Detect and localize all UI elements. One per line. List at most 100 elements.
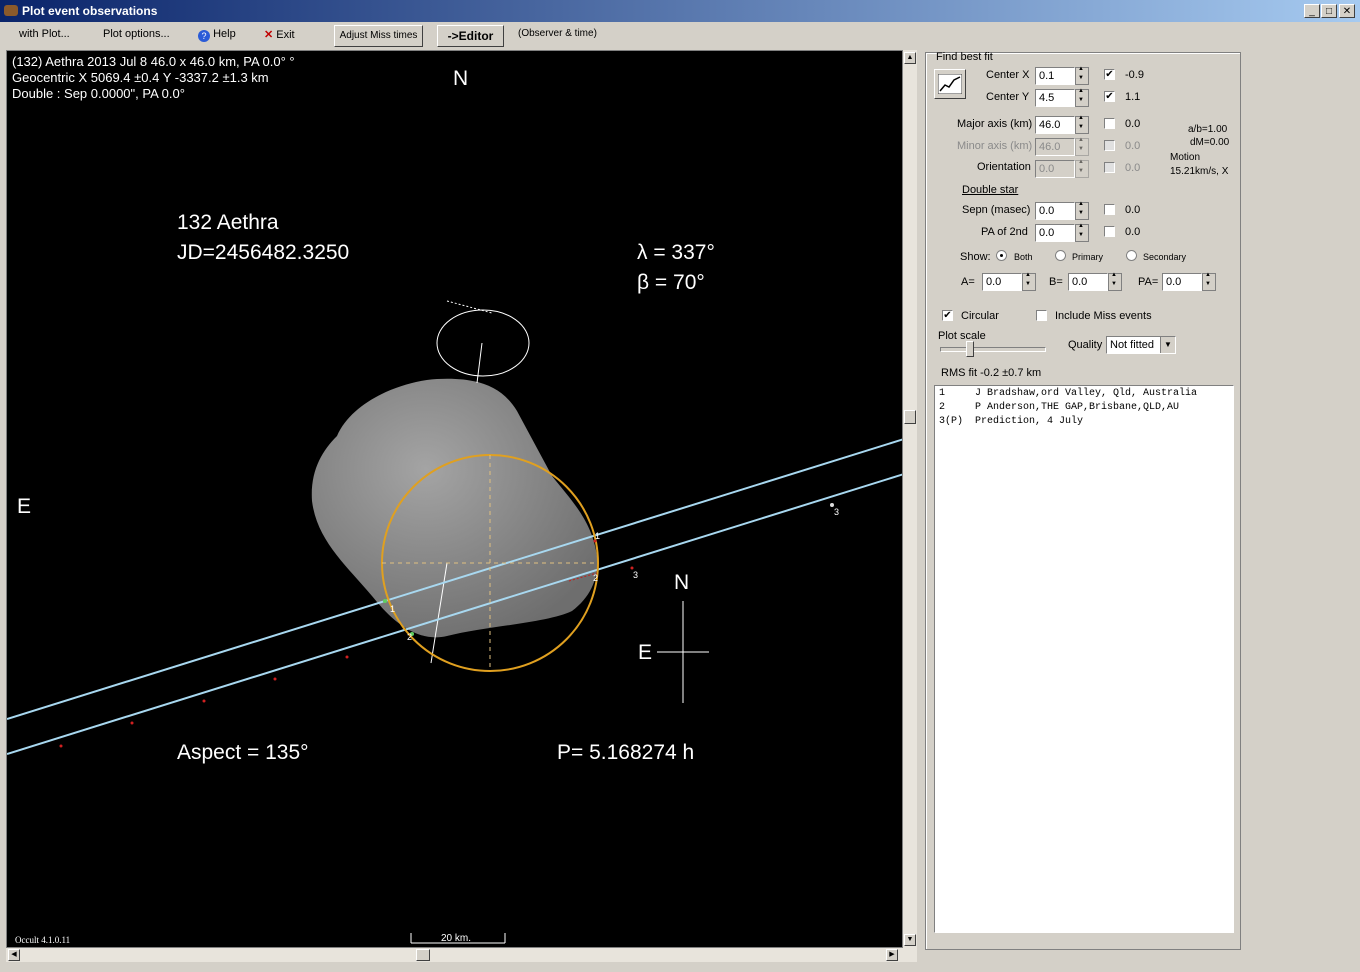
center-x-input[interactable]: 0.1 — [1035, 67, 1075, 85]
show-both-radio[interactable] — [996, 250, 1007, 261]
major-axis-result: 0.0 — [1125, 118, 1141, 130]
show-primary-label: Primary — [1072, 252, 1103, 262]
pa2-checkbox[interactable] — [1104, 226, 1115, 237]
pa-spinner[interactable] — [1202, 272, 1216, 291]
beta-value: β = 70° — [637, 271, 705, 294]
major-axis-checkbox[interactable] — [1104, 118, 1115, 129]
window-title: Plot event observations — [22, 4, 158, 18]
list-item[interactable]: 2 P Anderson,THE GAP,Brisbane,QLD,AU — [939, 402, 1179, 413]
major-axis-input[interactable]: 46.0 — [1035, 116, 1075, 134]
quality-select[interactable]: Not fitted ▼ — [1106, 336, 1176, 354]
julian-date: JD=2456482.3250 — [177, 241, 350, 264]
pa-input[interactable]: 0.0 — [1162, 273, 1202, 291]
motion-value: 15.21km/s, X — [1170, 166, 1229, 177]
app-icon — [4, 5, 18, 16]
a-input[interactable]: 0.0 — [982, 273, 1022, 291]
fit-chart-icon — [938, 74, 962, 94]
center-x-spinner[interactable] — [1075, 66, 1089, 85]
minor-axis-input: 46.0 — [1035, 138, 1075, 156]
b-spinner[interactable] — [1108, 272, 1122, 291]
chord-label: 1 — [390, 604, 396, 614]
scroll-up-button[interactable]: ▲ — [904, 52, 916, 64]
b-label: B= — [1049, 276, 1063, 288]
scroll-down-button[interactable]: ▼ — [904, 934, 916, 946]
sepn-checkbox[interactable] — [1104, 204, 1115, 215]
dropdown-arrow-icon: ▼ — [1160, 337, 1175, 353]
center-y-result: 1.1 — [1125, 91, 1141, 103]
b-input[interactable]: 0.0 — [1068, 273, 1108, 291]
menu-plot-options[interactable]: Plot options... — [103, 28, 170, 40]
menu-bar: with Plot... Plot options... ? Help ✕ Ex… — [0, 24, 1360, 48]
dm-value: dM=0.00 — [1190, 137, 1230, 148]
plot-scale-thumb[interactable] — [966, 341, 974, 357]
pa2-input[interactable]: 0.0 — [1035, 224, 1075, 242]
horizontal-scrollbar[interactable]: ◀ ▶ — [6, 948, 917, 962]
major-axis-spinner[interactable] — [1075, 115, 1089, 134]
editor-button[interactable]: ->Editor — [437, 25, 504, 47]
north-label: N — [453, 67, 469, 90]
lambda-value: λ = 337° — [637, 241, 715, 264]
find-best-fit-label: Find best fit — [936, 51, 993, 63]
plot-area[interactable]: (132) Aethra 2013 Jul 8 46.0 x 46.0 km, … — [6, 50, 903, 948]
menu-with-plot[interactable]: with Plot... — [19, 28, 70, 40]
vertical-scrollbar[interactable]: ▲ ▼ — [903, 50, 917, 948]
rms-fit-label: RMS fit -0.2 ±0.7 km — [941, 367, 1042, 379]
a-label: A= — [961, 276, 975, 288]
minor-axis-spinner — [1075, 137, 1089, 156]
show-secondary-radio[interactable] — [1126, 250, 1137, 261]
menu-exit[interactable]: ✕ Exit — [264, 28, 295, 41]
include-miss-checkbox[interactable] — [1036, 310, 1047, 321]
plot-graphics — [7, 300, 902, 944]
aspect-value: Aspect = 135° — [177, 741, 309, 764]
observation-list[interactable]: 1 J Bradshaw,ord Valley, Qld, Australia … — [934, 385, 1234, 933]
minor-axis-label: Minor axis (km) — [957, 140, 1033, 152]
find-best-fit-button[interactable] — [934, 69, 966, 99]
show-both-label: Both — [1014, 252, 1033, 262]
menu-help[interactable]: ? Help — [198, 28, 236, 42]
center-y-input[interactable]: 4.5 — [1035, 89, 1075, 107]
center-y-spinner[interactable] — [1075, 88, 1089, 107]
minor-axis-checkbox — [1104, 140, 1115, 151]
circular-checkbox[interactable]: ✔ — [942, 310, 953, 321]
center-y-label: Center Y — [986, 91, 1030, 103]
help-icon: ? — [198, 30, 210, 42]
scale-label: 20 km. — [441, 933, 472, 944]
plot-scale-slider[interactable] — [940, 347, 1046, 352]
center-y-checkbox[interactable]: ✔ — [1104, 91, 1115, 102]
motion-label: Motion — [1170, 152, 1201, 163]
chord-label: 2 — [407, 632, 413, 642]
period-value: P= 5.168274 h — [557, 741, 695, 764]
center-x-checkbox[interactable]: ✔ — [1104, 69, 1115, 80]
scroll-thumb[interactable] — [904, 410, 916, 424]
version-label: Occult 4.1.0.11 — [15, 935, 71, 945]
orientation-input: 0.0 — [1035, 160, 1075, 178]
sepn-input[interactable]: 0.0 — [1035, 202, 1075, 220]
center-x-result: -0.9 — [1125, 69, 1144, 81]
include-miss-label: Include Miss events — [1055, 310, 1152, 322]
scroll-right-button[interactable]: ▶ — [886, 949, 898, 961]
sepn-spinner[interactable] — [1075, 201, 1089, 220]
adjust-miss-times-button[interactable]: Adjust Miss times — [334, 25, 423, 47]
list-item[interactable]: 3(P) Prediction, 4 July — [939, 416, 1083, 427]
compass-east-label: E — [638, 641, 653, 664]
circular-label: Circular — [961, 310, 999, 322]
a-spinner[interactable] — [1022, 272, 1036, 291]
major-axis-label: Major axis (km) — [957, 118, 1033, 130]
pa2-label: PA of 2nd — [981, 226, 1028, 238]
sepn-result: 0.0 — [1125, 204, 1141, 216]
minor-axis-result: 0.0 — [1125, 140, 1141, 152]
plot-header-line3: Double : Sep 0.0000", PA 0.0° — [12, 86, 185, 101]
plot-header-line1: (132) Aethra 2013 Jul 8 46.0 x 46.0 km, … — [12, 54, 295, 69]
maximize-button[interactable]: □ — [1321, 4, 1337, 18]
spin-axis-top — [476, 342, 483, 384]
exit-icon: ✕ — [264, 29, 274, 41]
minimize-button[interactable]: _ — [1304, 4, 1320, 18]
show-primary-radio[interactable] — [1055, 250, 1066, 261]
close-button[interactable]: ✕ — [1339, 4, 1355, 18]
pole-ellipse — [436, 309, 530, 377]
scroll-left-button[interactable]: ◀ — [8, 949, 20, 961]
list-item[interactable]: 1 J Bradshaw,ord Valley, Qld, Australia — [939, 388, 1197, 399]
pa2-spinner[interactable] — [1075, 223, 1089, 242]
scroll-thumb-horizontal[interactable] — [416, 949, 430, 961]
plot-scale-label: Plot scale — [938, 330, 986, 342]
